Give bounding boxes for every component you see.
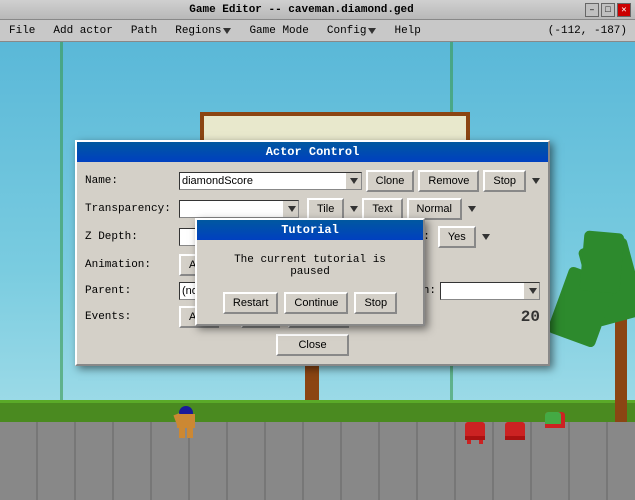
text-button[interactable]: Text bbox=[362, 198, 402, 220]
minimize-button[interactable]: – bbox=[585, 3, 599, 17]
transparency-label: Transparency: bbox=[85, 203, 175, 215]
path-dropdown-button[interactable] bbox=[524, 282, 540, 300]
close-button[interactable]: ✕ bbox=[617, 3, 631, 17]
restart-button[interactable]: Restart bbox=[223, 292, 278, 314]
window-title: Game Editor -- caveman.diamond.ged bbox=[18, 4, 585, 16]
stop-button[interactable]: Stop bbox=[483, 170, 526, 192]
normal-dropdown-icon bbox=[468, 206, 476, 212]
clone-button[interactable]: Clone bbox=[366, 170, 415, 192]
vert-line-1 bbox=[60, 42, 63, 412]
title-bar: Game Editor -- caveman.diamond.ged – □ ✕ bbox=[0, 0, 635, 20]
path-input[interactable] bbox=[440, 282, 524, 300]
transparency-input-group bbox=[179, 200, 299, 218]
normal-button[interactable]: Normal bbox=[407, 198, 462, 220]
enemy-2 bbox=[505, 422, 525, 438]
close-button[interactable]: Close bbox=[276, 334, 348, 356]
continue-button[interactable]: Continue bbox=[284, 292, 348, 314]
path-dropdown-icon bbox=[529, 288, 537, 294]
palm-tree bbox=[615, 262, 627, 422]
enemy-3 bbox=[545, 412, 565, 428]
transparency-dropdown-button[interactable] bbox=[283, 200, 299, 218]
animation-label: Animation: bbox=[85, 259, 175, 271]
parent-label: Parent: bbox=[85, 285, 175, 297]
yes-button[interactable]: Yes bbox=[438, 226, 476, 248]
remove-button[interactable]: Remove bbox=[418, 170, 479, 192]
menu-add-actor[interactable]: Add actor bbox=[44, 20, 121, 41]
transparency-dropdown-icon bbox=[288, 206, 296, 212]
menu-regions[interactable]: Regions bbox=[166, 20, 240, 41]
tutorial-dialog: Tutorial The current tutorial is paused … bbox=[195, 218, 425, 326]
event-count-badge: 20 bbox=[521, 308, 540, 326]
ground-top-green bbox=[0, 400, 635, 422]
maximize-button[interactable]: □ bbox=[601, 3, 615, 17]
menu-game-mode[interactable]: Game Mode bbox=[240, 20, 317, 41]
titlebar-icon bbox=[4, 3, 18, 17]
menu-file[interactable]: File bbox=[0, 20, 44, 41]
tutorial-stop-button[interactable]: Stop bbox=[354, 292, 397, 314]
menu-bar: File Add actor Path Regions Game Mode Co… bbox=[0, 20, 635, 42]
coordinates-display: (-112, -187) bbox=[548, 25, 635, 37]
name-dropdown-icon bbox=[350, 178, 358, 184]
name-input-group bbox=[179, 172, 362, 190]
actor-dialog-title: Actor Control bbox=[77, 142, 548, 162]
menu-path[interactable]: Path bbox=[122, 20, 166, 41]
yes-dropdown-icon bbox=[482, 234, 490, 240]
zdepth-label: Z Depth: bbox=[85, 231, 175, 243]
name-input[interactable] bbox=[179, 172, 346, 190]
transparency-input[interactable] bbox=[179, 200, 283, 218]
name-label: Name: bbox=[85, 175, 175, 187]
tutorial-message: The current tutorial is paused bbox=[209, 250, 411, 282]
events-label: Events: bbox=[85, 311, 175, 323]
path-input-group bbox=[440, 282, 540, 300]
menu-help[interactable]: Help bbox=[385, 20, 429, 41]
tile-dropdown-icon bbox=[350, 206, 358, 212]
player-character bbox=[175, 406, 197, 438]
stop-dropdown-icon bbox=[532, 178, 540, 184]
enemy-1 bbox=[465, 422, 485, 438]
menu-config[interactable]: Config bbox=[318, 20, 386, 41]
ground-decoration bbox=[0, 420, 635, 500]
regions-dropdown-icon bbox=[223, 28, 231, 34]
config-dropdown-icon bbox=[368, 28, 376, 34]
tile-button[interactable]: Tile bbox=[307, 198, 344, 220]
name-dropdown-button[interactable] bbox=[346, 172, 362, 190]
tutorial-dialog-title: Tutorial bbox=[197, 220, 423, 240]
